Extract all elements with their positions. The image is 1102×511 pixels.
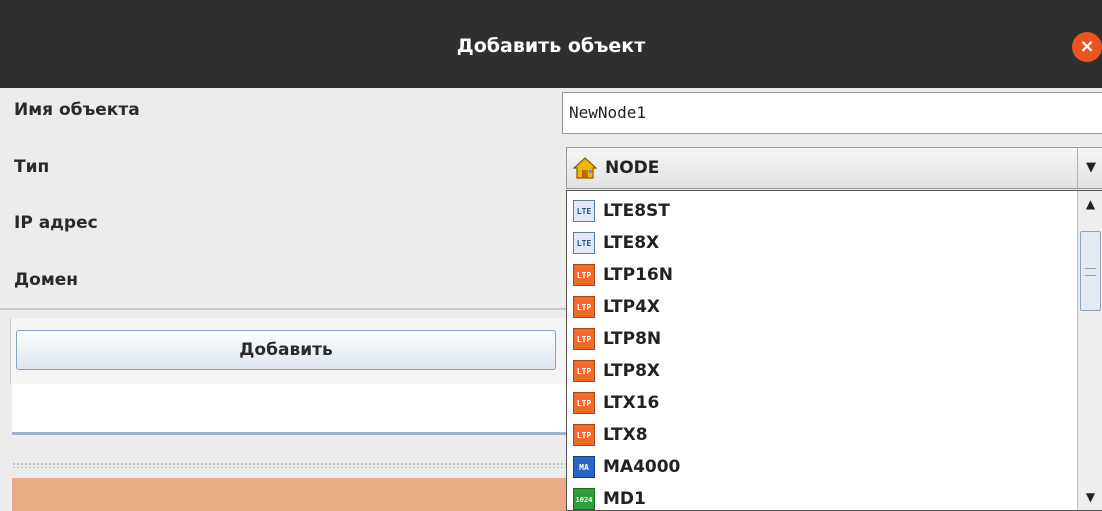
lte-icon: LTE: [573, 200, 595, 222]
list-item-label: LTP8X: [603, 361, 661, 381]
type-label: Тип: [14, 157, 50, 177]
close-icon[interactable]: ×: [1072, 32, 1102, 62]
ltp-icon: LTP: [573, 360, 595, 382]
list-item[interactable]: LTE LTE8ST: [567, 195, 1077, 227]
ip-label: IP адрес: [14, 213, 98, 233]
list-item[interactable]: LTP LTX16: [567, 387, 1077, 419]
list-item-label: LTX8: [603, 425, 648, 445]
list-item[interactable]: 1024 MD1: [567, 483, 1077, 510]
house-icon: [573, 157, 597, 179]
list-item-label: LTP16N: [603, 265, 673, 285]
domain-label: Домен: [14, 270, 78, 290]
divider: [0, 308, 570, 310]
type-value: NODE: [605, 158, 660, 178]
name-label: Имя объекта: [14, 100, 140, 120]
chevron-down-icon[interactable]: ▼: [1078, 484, 1102, 510]
background-panel: [12, 384, 570, 432]
list-item[interactable]: LTP LTP4X: [567, 291, 1077, 323]
name-input[interactable]: NewNode1: [562, 92, 1102, 134]
grip-icon: [1085, 268, 1096, 276]
background-panel: [12, 478, 570, 511]
list-item-label: LTX16: [603, 393, 660, 413]
chevron-down-icon[interactable]: ▼: [1077, 148, 1102, 188]
ltp-icon: LTP: [573, 264, 595, 286]
chevron-up-icon[interactable]: ▲: [1078, 191, 1102, 217]
splitter-handle[interactable]: [12, 462, 570, 468]
window-titlebar: Добавить объект ×: [0, 0, 1102, 88]
list-item-label: MD1: [603, 489, 646, 509]
ma-icon: MA: [573, 456, 595, 478]
md-icon: 1024: [573, 488, 595, 510]
list-item-label: LTP8N: [603, 329, 662, 349]
list-item[interactable]: MA MA4000: [567, 451, 1077, 483]
ltp-icon: LTP: [573, 424, 595, 446]
ltp-icon: LTP: [573, 392, 595, 414]
ltp-icon: LTP: [573, 328, 595, 350]
list-item[interactable]: LTP LTP16N: [567, 259, 1077, 291]
list-item-label: LTE8ST: [603, 201, 670, 221]
list-item[interactable]: LTE LTE8X: [567, 227, 1077, 259]
ltp-icon: LTP: [573, 296, 595, 318]
list-item[interactable]: LTP LTP8X: [567, 355, 1077, 387]
window-title: Добавить объект: [456, 35, 646, 57]
scrollbar-thumb[interactable]: [1080, 231, 1101, 311]
scrollbar[interactable]: ▲ ▼: [1077, 191, 1102, 510]
type-select[interactable]: NODE ▼: [566, 147, 1102, 189]
list-item-label: LTE8X: [603, 233, 660, 253]
list-item[interactable]: LTP LTX8: [567, 419, 1077, 451]
divider: [12, 432, 570, 435]
type-dropdown-list: LTE LTE8ST LTE LTE8X LTP LTP16N LTP LTP4…: [566, 190, 1102, 511]
list-item-label: LTP4X: [603, 297, 661, 317]
list-item-label: MA4000: [603, 457, 681, 477]
lte-icon: LTE: [573, 232, 595, 254]
list-item[interactable]: LTP LTP8N: [567, 323, 1077, 355]
add-button[interactable]: Добавить: [16, 330, 556, 370]
